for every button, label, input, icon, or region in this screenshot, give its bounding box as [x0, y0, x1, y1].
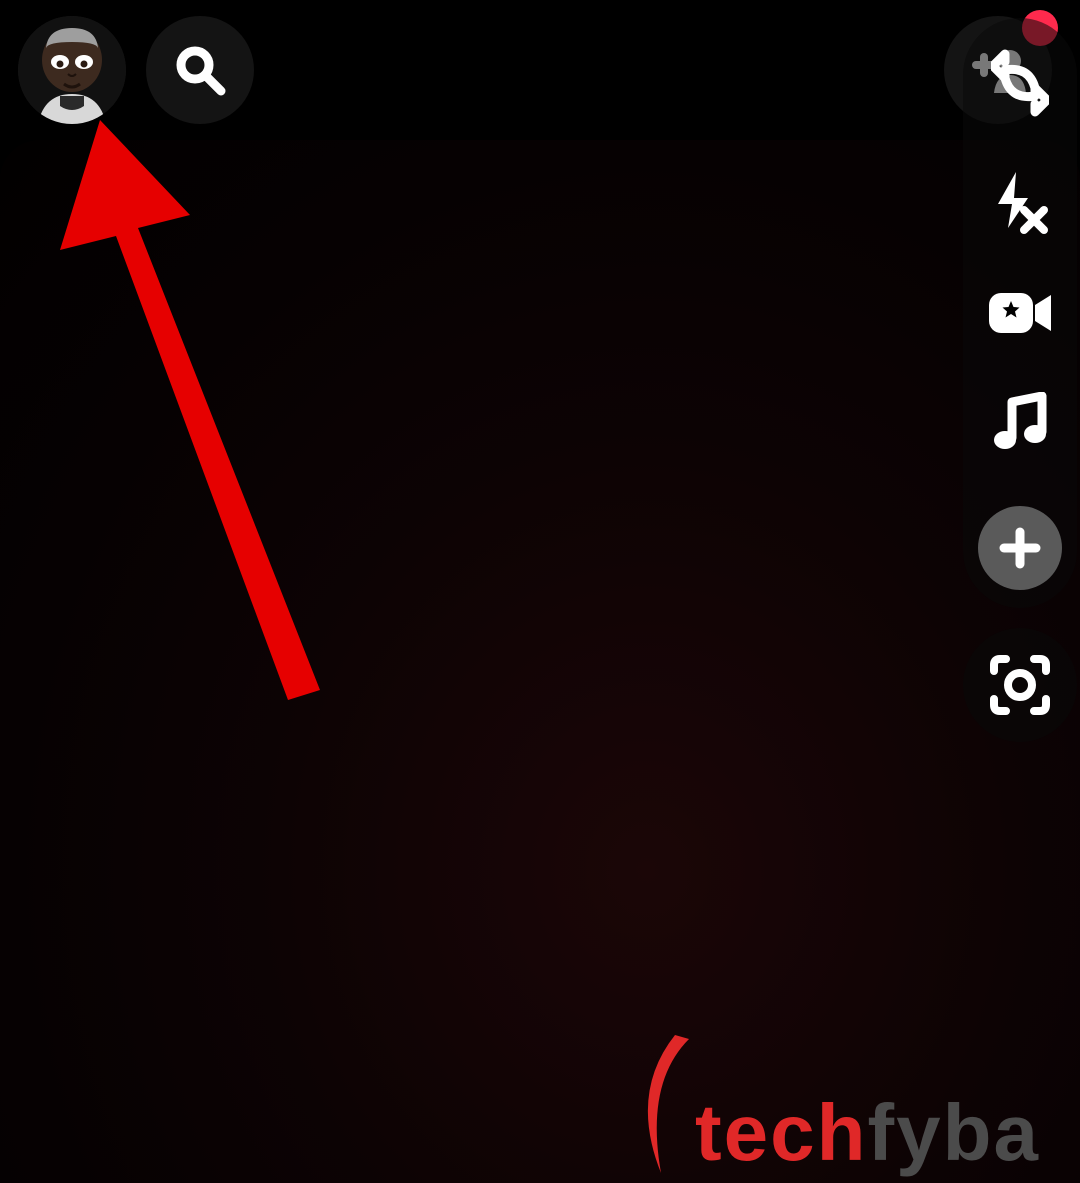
flip-camera-button[interactable]: flip-camera — [985, 38, 1055, 128]
search-icon — [173, 43, 227, 97]
plus-icon — [998, 526, 1042, 570]
watermark: techfyba — [641, 1033, 1040, 1173]
music-button[interactable]: music — [985, 388, 1055, 458]
flip-camera-icon — [991, 48, 1049, 118]
right-tool-rail: flip-camera flash-off video-effect — [960, 18, 1080, 742]
watermark-part2: fyba — [868, 1088, 1041, 1177]
scan-icon — [988, 653, 1052, 717]
flash-button[interactable]: flash-off — [985, 168, 1055, 238]
camera-viewport[interactable] — [0, 140, 1080, 1183]
add-tools-button[interactable]: add — [978, 506, 1062, 590]
search-button[interactable]: search — [146, 16, 254, 124]
top-bar: profile-avatar search add-friend — [0, 0, 1080, 140]
watermark-text: techfyba — [695, 1093, 1040, 1173]
video-effect-icon — [987, 289, 1053, 337]
watermark-crescent-icon — [641, 1033, 701, 1173]
watermark-part1: tech — [695, 1088, 868, 1177]
scan-button[interactable]: scan — [963, 628, 1077, 742]
rail-group-top: flip-camera flash-off video-effect — [963, 18, 1077, 608]
video-effect-button[interactable]: video-effect — [985, 278, 1055, 348]
flash-off-icon — [990, 170, 1050, 236]
music-icon — [992, 392, 1048, 454]
avatar-icon — [18, 16, 126, 124]
profile-avatar-button[interactable]: profile-avatar — [18, 16, 126, 124]
